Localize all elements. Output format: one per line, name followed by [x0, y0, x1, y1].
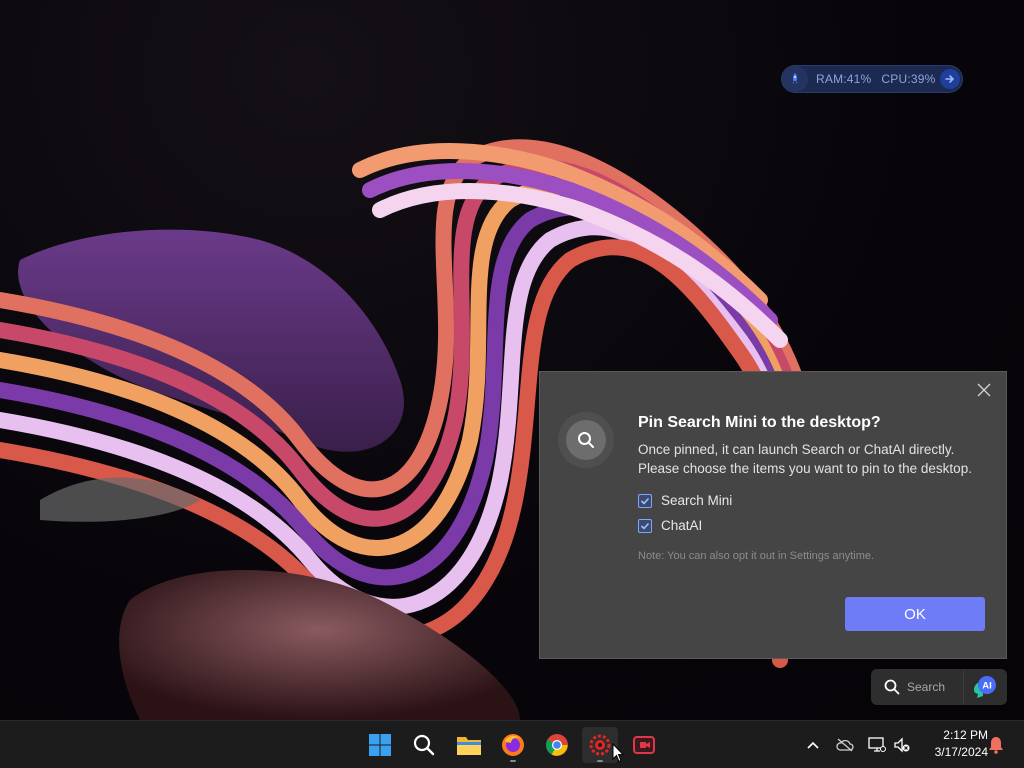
close-button[interactable] — [974, 380, 994, 400]
performance-widget[interactable]: RAM:41% CPU:39% — [782, 66, 962, 92]
ram-usage: RAM:41% — [816, 72, 872, 86]
firefox-icon — [502, 734, 524, 756]
chatai-icon: AI — [974, 676, 997, 698]
notification-bell-icon — [989, 737, 1003, 754]
chatai-checkbox[interactable] — [638, 518, 652, 533]
dialog-title: Pin Search Mini to the desktop? — [638, 414, 881, 431]
start-button[interactable] — [362, 727, 398, 763]
search-mini-checkbox[interactable] — [638, 493, 652, 508]
taskbar-search-button[interactable] — [406, 727, 442, 763]
search-mini-widget: Search AI — [871, 669, 1007, 705]
app-gear-icon — [589, 734, 611, 756]
file-explorer-icon — [457, 737, 481, 755]
screen-recorder-button[interactable] — [626, 727, 662, 763]
file-explorer-button[interactable] — [451, 727, 487, 763]
clock-date: 3/17/2024 — [934, 745, 988, 759]
chatai-label: ChatAI — [661, 518, 703, 533]
cpu-usage: CPU:39% — [881, 72, 936, 86]
search-icon — [884, 679, 900, 695]
dialog-search-icon — [558, 412, 614, 468]
search-icon — [578, 432, 594, 448]
clock[interactable]: 2:12 PM 3/17/2024 — [918, 727, 988, 761]
checkmark-icon — [640, 497, 650, 505]
network-icon — [868, 737, 886, 752]
arrow-right-icon[interactable] — [940, 69, 960, 89]
ai-badge-text: AI — [983, 681, 993, 692]
taskbar: 2:12 PM 3/17/2024 — [0, 720, 1024, 768]
notifications-button[interactable] — [986, 735, 1006, 755]
dialog-description: Once pinned, it can launch Search or Cha… — [638, 440, 972, 478]
option-chatai[interactable]: ChatAI — [638, 518, 702, 533]
option-search-mini[interactable]: Search Mini — [638, 493, 732, 508]
search-icon — [413, 734, 435, 756]
close-icon — [977, 383, 991, 397]
perf-stats: RAM:41% CPU:39% — [816, 72, 946, 86]
ok-button[interactable]: OK — [845, 597, 985, 631]
description-line-2: Please choose the items you want to pin … — [638, 461, 972, 476]
search-mini-label: Search — [907, 680, 946, 694]
rocket-icon[interactable] — [782, 66, 808, 92]
search-mini-label: Search Mini — [661, 493, 733, 508]
firefox-button[interactable] — [495, 727, 531, 763]
clock-time: 2:12 PM — [943, 728, 988, 742]
cloud-offline-icon — [836, 738, 854, 752]
start-icon — [369, 734, 391, 756]
description-line-1: Once pinned, it can launch Search or Cha… — [638, 442, 955, 457]
running-indicator — [510, 760, 516, 762]
chrome-button[interactable] — [539, 727, 575, 763]
chevron-up-icon — [807, 741, 819, 749]
running-indicator — [597, 760, 603, 762]
dialog-note: Note: You can also opt it out in Setting… — [638, 550, 875, 562]
volume-muted-icon — [894, 737, 910, 753]
search-mini-search-button[interactable]: Search — [871, 669, 963, 705]
network-button[interactable] — [867, 735, 887, 755]
show-hidden-icons-button[interactable] — [803, 735, 823, 755]
chrome-icon — [546, 734, 568, 756]
screen-recorder-icon — [633, 736, 655, 754]
pin-search-mini-dialog: Pin Search Mini to the desktop? Once pin… — [539, 371, 1007, 659]
volume-button[interactable] — [892, 735, 912, 755]
chatai-button[interactable]: AI — [962, 669, 1007, 705]
checkmark-icon — [640, 522, 650, 530]
mouse-cursor-icon — [612, 743, 624, 763]
onedrive-button[interactable] — [835, 735, 855, 755]
